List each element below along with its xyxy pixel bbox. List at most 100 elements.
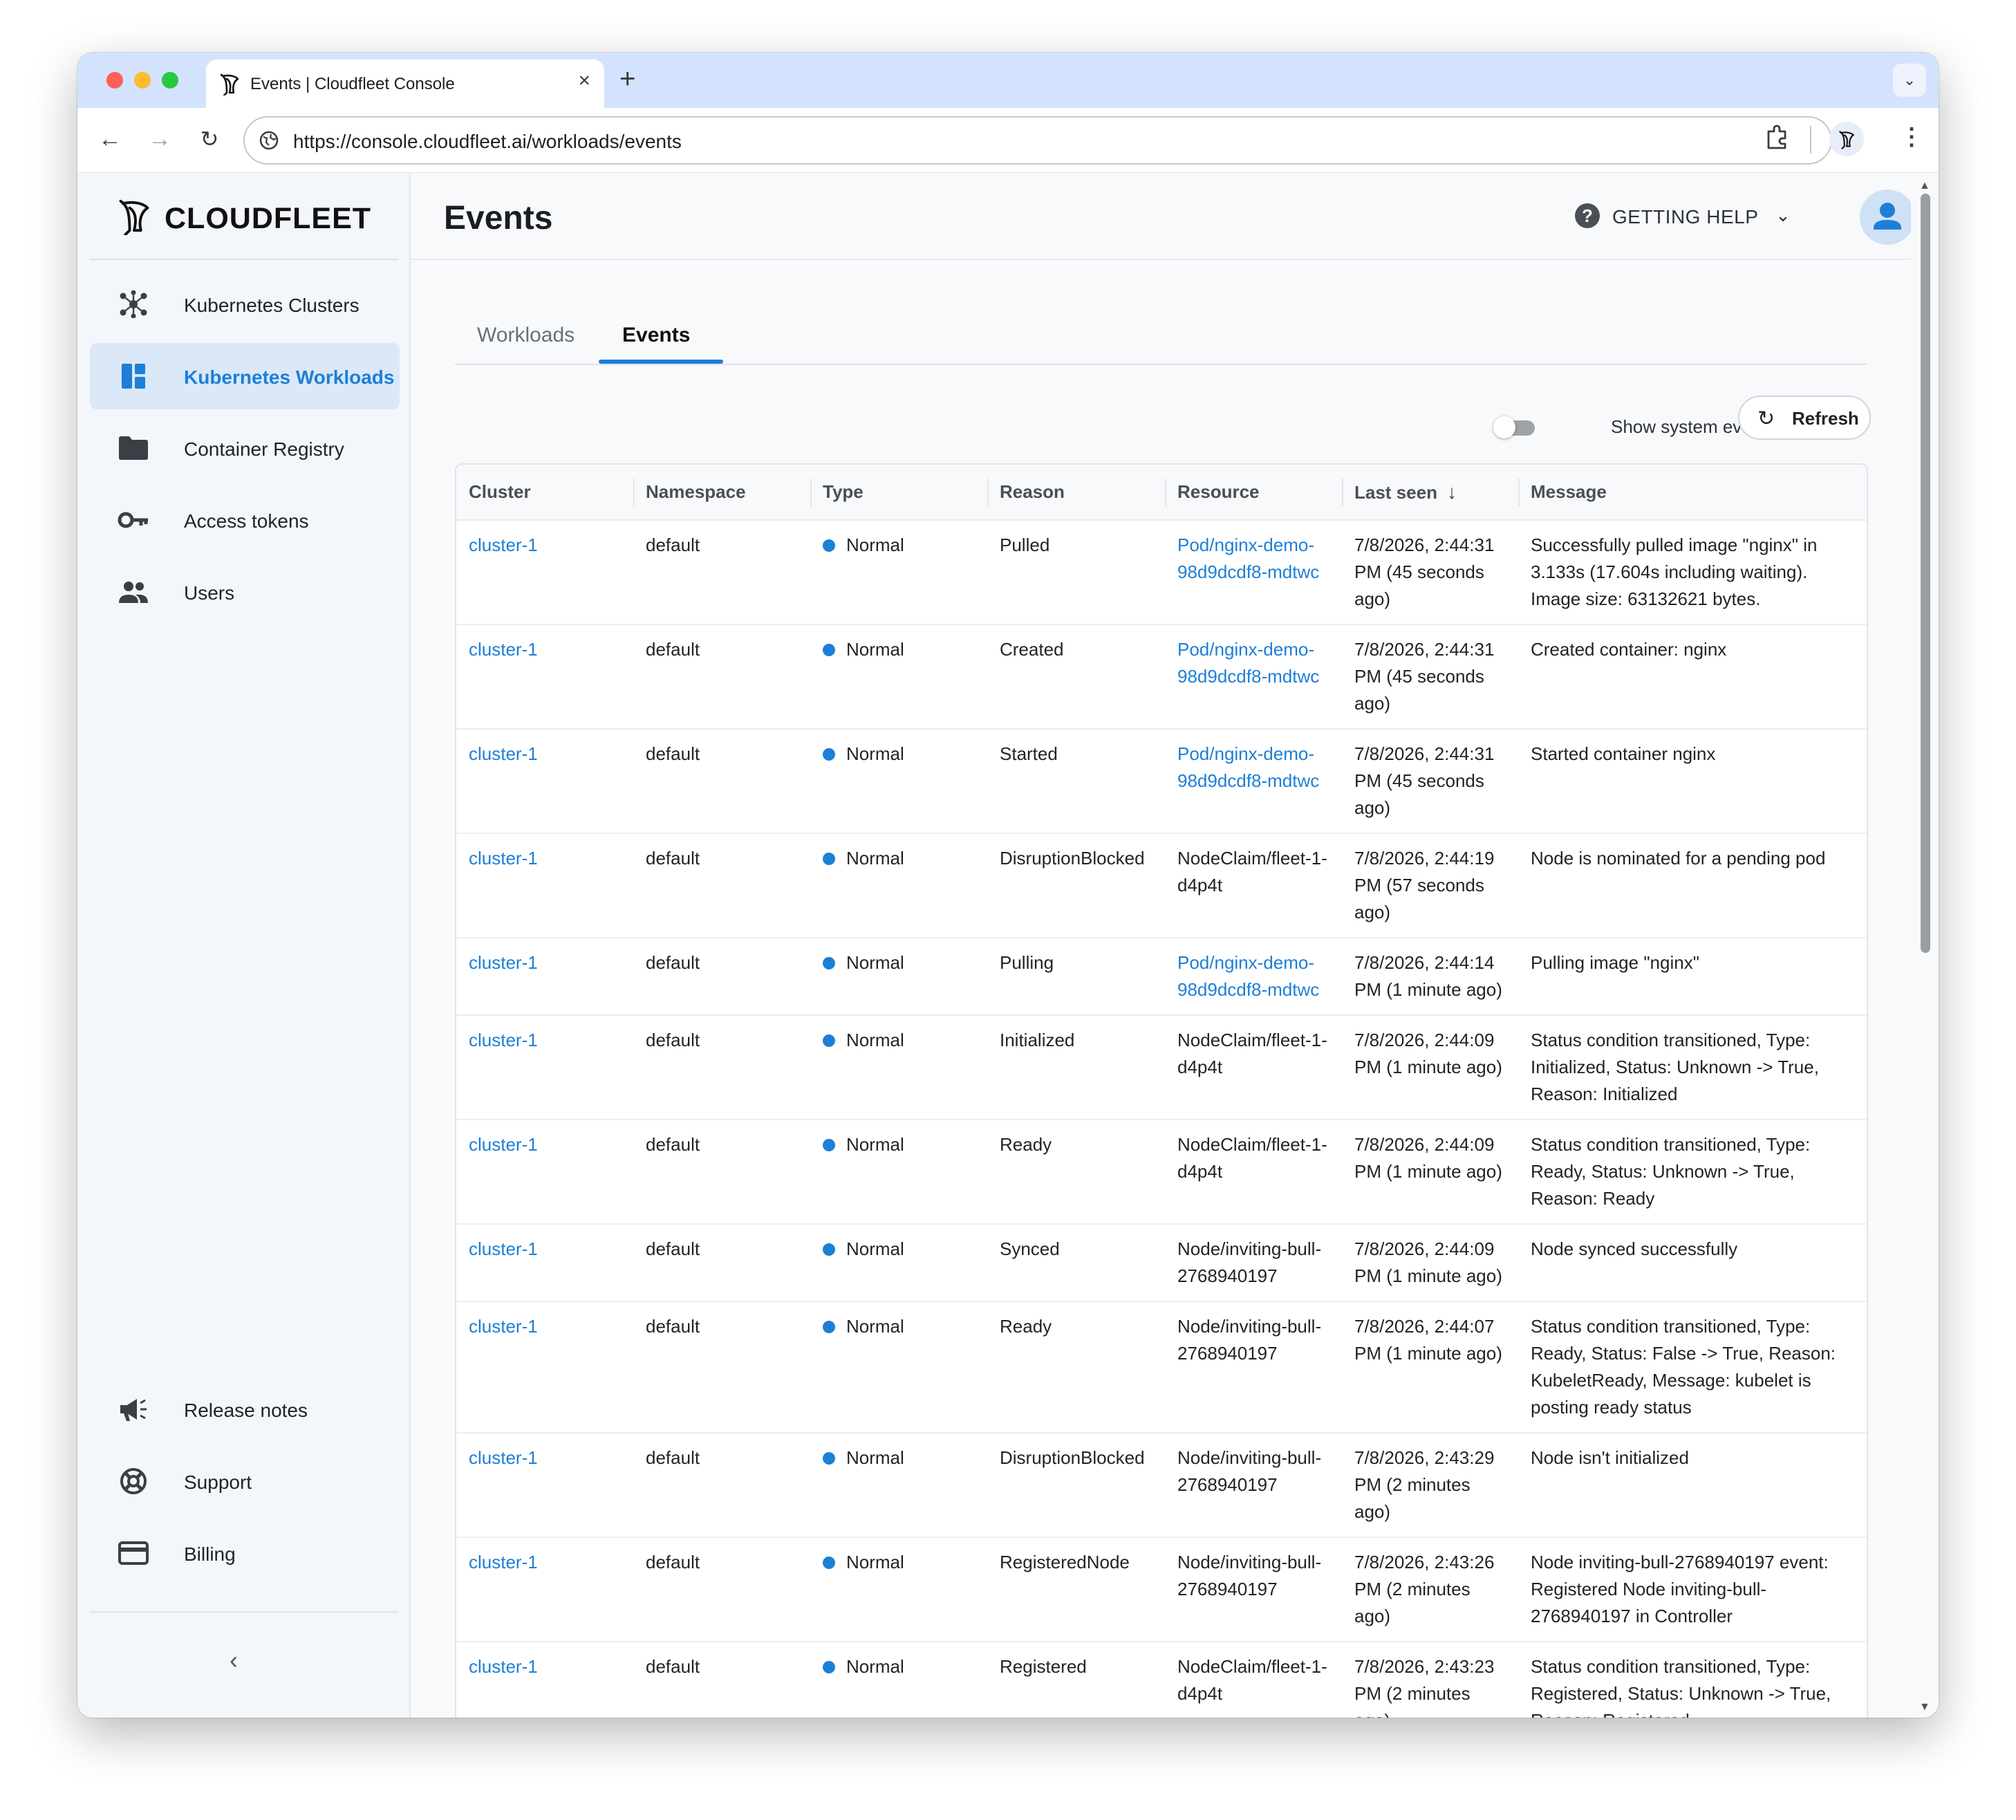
cell-message: Node inviting-bull-2768940197 event: Reg… <box>1518 1537 1867 1642</box>
cell-resource: Node/inviting-bull-2768940197 <box>1165 1301 1342 1433</box>
cell-message: Status condition transitioned, Type: Rea… <box>1518 1120 1867 1225</box>
cell-cluster-link[interactable]: cluster-1 <box>456 1015 633 1120</box>
type-label: Normal <box>846 1134 904 1155</box>
refresh-icon: ↻ <box>1757 407 1775 430</box>
cell-resource-link[interactable]: Pod/nginx-demo-98d9dcdf8-mdtwc <box>1165 729 1342 834</box>
back-arrow-icon[interactable]: ← <box>93 122 127 156</box>
new-tab-icon[interactable]: + <box>619 64 635 95</box>
column-header-message[interactable]: Message <box>1518 465 1867 521</box>
cell-type: Normal <box>810 1537 987 1642</box>
cloudfleet-favicon-icon <box>220 73 239 95</box>
column-header-cluster[interactable]: Cluster <box>456 465 633 521</box>
cell-cluster-link[interactable]: cluster-1 <box>456 1301 633 1433</box>
extension-cloudfleet-icon[interactable] <box>1829 122 1864 156</box>
cell-resource-link[interactable]: Pod/nginx-demo-98d9dcdf8-mdtwc <box>1165 624 1342 730</box>
sidebar-item-kubernetes-clusters[interactable]: Kubernetes Clusters <box>90 271 400 337</box>
cell-cluster-link[interactable]: cluster-1 <box>456 833 633 938</box>
cell-cluster-link[interactable]: cluster-1 <box>456 520 633 625</box>
scroll-down-arrow-icon[interactable]: ▼ <box>1919 1701 1930 1714</box>
column-header-type[interactable]: Type <box>810 465 987 521</box>
sidebar-item-label: Users <box>184 582 235 604</box>
sidebar-item-label: Release notes <box>184 1400 308 1421</box>
sidebar-item-support[interactable]: Support <box>90 1448 400 1514</box>
cell-last-seen: 7/8/2026, 2:43:23 PM (2 minutes ago) <box>1342 1642 1518 1718</box>
window-close-button[interactable] <box>106 72 123 89</box>
column-header-namespace[interactable]: Namespace <box>633 465 810 521</box>
cell-cluster-link[interactable]: cluster-1 <box>456 729 633 834</box>
cell-namespace: default <box>633 1537 810 1642</box>
events-table: Cluster Namespace Type Reason Resource L… <box>455 463 1868 1718</box>
megaphone-icon <box>120 1399 147 1421</box>
collapse-sidebar-chevron-left-icon[interactable]: ‹ <box>230 1646 238 1675</box>
chevron-down-icon[interactable]: ⌄ <box>1893 64 1926 97</box>
cell-type: Normal <box>810 1642 987 1718</box>
cell-resource-link[interactable]: Pod/nginx-demo-98d9dcdf8-mdtwc <box>1165 520 1342 625</box>
cell-namespace: default <box>633 729 810 834</box>
column-header-reason[interactable]: Reason <box>987 465 1165 521</box>
refresh-button[interactable]: ↻ Refresh <box>1738 396 1871 440</box>
cell-type: Normal <box>810 520 987 625</box>
status-dot-icon <box>823 644 835 656</box>
sort-descending-arrow-icon[interactable]: ↓ <box>1447 481 1457 503</box>
cell-namespace: default <box>633 1642 810 1718</box>
scroll-up-arrow-icon[interactable]: ▲ <box>1919 180 1930 192</box>
cell-namespace: default <box>633 624 810 730</box>
table-row: cluster-1 default Normal Initialized NodeCla… <box>456 1015 1867 1120</box>
cell-cluster-link[interactable]: cluster-1 <box>456 1224 633 1302</box>
extensions-puzzle-icon[interactable] <box>1764 123 1789 151</box>
cell-resource-link[interactable]: Pod/nginx-demo-98d9dcdf8-mdtwc <box>1165 938 1342 1016</box>
sidebar-item-billing[interactable]: Billing <box>90 1520 400 1586</box>
cell-namespace: default <box>633 1224 810 1302</box>
close-icon[interactable]: × <box>578 69 590 93</box>
folder-icon <box>119 436 148 460</box>
cloudfleet-logo-small-icon <box>1839 131 1854 149</box>
column-header-last-seen[interactable]: Last seen ↓ <box>1342 465 1518 521</box>
browser-window: Events | Cloudfleet Console × + ⌄ ← → ↻ … <box>77 53 1939 1718</box>
cell-type: Normal <box>810 1301 987 1433</box>
tab-events[interactable]: Events <box>622 324 690 347</box>
window-maximize-button[interactable] <box>162 72 178 89</box>
sidebar-item-release-notes[interactable]: Release notes <box>90 1376 400 1442</box>
cell-cluster-link[interactable]: cluster-1 <box>456 1537 633 1642</box>
browser-tab[interactable]: Events | Cloudfleet Console × <box>206 59 604 108</box>
table-row: cluster-1 default Normal Registered NodeClai… <box>456 1642 1867 1718</box>
type-label: Normal <box>846 1552 904 1572</box>
cell-last-seen: 7/8/2026, 2:43:26 PM (2 minutes ago) <box>1342 1537 1518 1642</box>
avatar[interactable] <box>1860 189 1915 245</box>
tab-workloads[interactable]: Workloads <box>477 324 575 347</box>
cell-cluster-link[interactable]: cluster-1 <box>456 1642 633 1718</box>
scrollbar-thumb[interactable] <box>1921 194 1930 953</box>
sidebar-item-kubernetes-workloads[interactable]: Kubernetes Workloads <box>90 343 400 409</box>
getting-help-label: GETTING HELP <box>1612 206 1759 228</box>
page-scrollbar[interactable]: ▲ ▼ <box>1911 173 1939 1718</box>
address-bar[interactable]: https://console.cloudfleet.ai/workloads/… <box>243 116 1832 165</box>
sidebar-item-access-tokens[interactable]: Access tokens <box>90 487 400 553</box>
cell-cluster-link[interactable]: cluster-1 <box>456 938 633 1016</box>
credit-card-icon <box>118 1541 149 1565</box>
page-title: Events <box>444 200 553 236</box>
active-tab-indicator <box>599 360 723 364</box>
cell-type: Normal <box>810 1433 987 1538</box>
table-row: cluster-1 default Normal DisruptionBlocked N… <box>456 833 1867 938</box>
window-minimize-button[interactable] <box>134 72 151 89</box>
sidebar-item-users[interactable]: Users <box>90 559 400 625</box>
status-dot-icon <box>823 539 835 552</box>
status-dot-icon <box>823 853 835 865</box>
forward-arrow-icon[interactable]: → <box>142 122 177 156</box>
column-header-resource[interactable]: Resource <box>1165 465 1342 521</box>
cell-cluster-link[interactable]: cluster-1 <box>456 1120 633 1225</box>
user-avatar-icon <box>1874 203 1901 230</box>
dashboard-icon <box>122 364 145 389</box>
sidebar-item-label: Billing <box>184 1543 236 1565</box>
reload-icon[interactable]: ↻ <box>192 122 227 156</box>
show-system-events-toggle[interactable] <box>1493 416 1535 438</box>
browser-menu-icon[interactable]: ⋮ <box>1900 123 1923 151</box>
sidebar-item-container-registry[interactable]: Container Registry <box>90 415 400 481</box>
toolbar-divider <box>1810 126 1811 154</box>
cell-reason: RegisteredNode <box>987 1537 1165 1642</box>
site-info-icon[interactable] <box>257 129 281 152</box>
cell-type: Normal <box>810 938 987 1016</box>
type-label: Normal <box>846 639 904 660</box>
cell-cluster-link[interactable]: cluster-1 <box>456 624 633 730</box>
cell-cluster-link[interactable]: cluster-1 <box>456 1433 633 1538</box>
